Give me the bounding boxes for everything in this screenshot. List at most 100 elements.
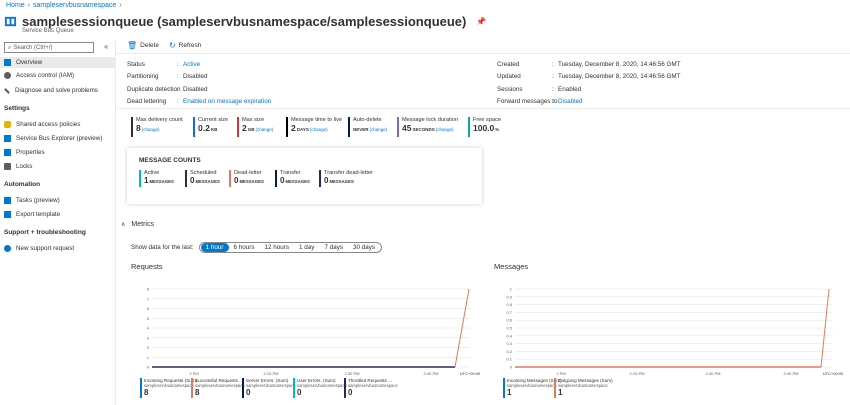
requests-chart-title: Requests xyxy=(131,262,163,271)
timezone-label: UTC+00:00 xyxy=(823,371,844,376)
sidebar-item-access-control[interactable]: Access control (IAM) xyxy=(0,70,115,81)
partitioning-value: Disabled xyxy=(183,73,208,80)
wrench-icon xyxy=(4,87,10,94)
requests-x-ticks: 2 PM 2:15 PM 2:30 PM 2:45 PM UTC+00:00 xyxy=(189,371,481,376)
tile-free-space: Free space 100.0% xyxy=(468,117,501,137)
messages-chart-title: Messages xyxy=(494,262,529,271)
section-automation: Automation xyxy=(4,181,41,188)
status-label: Status xyxy=(127,61,145,68)
y-tick-label: 5 xyxy=(147,316,150,321)
sidebar: ⌕ Search (Ctrl+/) « Overview Access contr… xyxy=(0,40,116,405)
sidebar-item-properties[interactable]: Properties xyxy=(0,147,115,158)
pin-icon[interactable]: 📌 xyxy=(476,17,486,26)
sidebar-item-service-bus-explorer[interactable]: Service Bus Explorer (preview) xyxy=(0,133,115,144)
y-tick-label: 4 xyxy=(147,326,150,331)
breadcrumb-home[interactable]: Home xyxy=(6,2,25,9)
support-icon xyxy=(4,245,11,252)
collapse-sidebar-button[interactable]: « xyxy=(104,42,108,51)
created-value: Tuesday, December 8, 2020, 14:46:56 GMT xyxy=(558,61,681,68)
tile-max-size: Max size 2GB(change) xyxy=(237,117,273,137)
y-tick-label: 0.4 xyxy=(506,333,512,338)
breadcrumb: Home › sampleservbusnamespace › xyxy=(6,2,125,9)
forward-messages-label: Forward messages to xyxy=(497,98,558,105)
legend-outgoing-messages[interactable]: Outgoing Messages (Sum) sampleservbusnam… xyxy=(554,378,613,398)
sidebar-item-new-support-request[interactable]: New support request xyxy=(0,243,115,254)
messages-x-ticks: 2 PM 2:15 PM 2:30 PM 2:45 PM UTC+00:00 xyxy=(556,371,844,376)
sidebar-item-shared-access[interactable]: Shared access policies xyxy=(0,119,115,130)
range-7-days[interactable]: 7 days xyxy=(319,243,348,252)
x-tick-label: 2:45 PM xyxy=(424,371,439,376)
legend-successful-requests[interactable]: Successful Requests ... sampleservbusnam… xyxy=(191,378,245,398)
legend-incoming-messages[interactable]: Incoming Messages (Sum) sampleservbusnam… xyxy=(503,378,562,398)
range-1-day[interactable]: 1 day xyxy=(294,243,319,252)
duplicate-detection-label: Duplicate detection xyxy=(127,86,181,93)
legend-server-errors[interactable]: Server Errors. (Sum) sampleservbusnamesp… xyxy=(242,378,296,398)
service-bus-icon xyxy=(4,16,17,26)
range-30-days[interactable]: 30 days xyxy=(348,243,380,252)
sidebar-item-tasks[interactable]: Tasks (preview) xyxy=(0,195,115,206)
change-link[interactable]: (change) xyxy=(370,127,388,132)
y-tick-label: 3 xyxy=(147,335,150,340)
chevron-up-icon: ∧ xyxy=(121,222,126,228)
updated-label: Updated xyxy=(497,73,521,80)
refresh-icon: ↻ xyxy=(168,41,176,50)
tile-max-delivery-count: Max delivery count 8(change) xyxy=(131,117,183,137)
change-link[interactable]: (change) xyxy=(436,127,454,132)
delete-button[interactable]: 🗑 Delete xyxy=(127,41,159,50)
range-1-hour[interactable]: 1 hour xyxy=(200,243,229,252)
y-tick-label: 0.5 xyxy=(506,326,512,331)
dead-lettering-value[interactable]: Enabled on message expiration xyxy=(183,98,271,105)
created-label: Created xyxy=(497,61,520,68)
count-transfer-dead-letter: Transfer dead-letter 0MESSAGES xyxy=(319,170,373,187)
tile-lock-duration: Message lock duration 45SECONDS(change) xyxy=(397,117,458,137)
x-tick-label: 2:30 PM xyxy=(345,371,360,376)
section-support: Support + troubleshooting xyxy=(4,229,86,236)
lock-icon xyxy=(4,163,11,170)
change-link[interactable]: (change) xyxy=(142,127,160,132)
y-tick-label: 2 xyxy=(147,345,150,350)
y-tick-label: 6 xyxy=(147,306,150,311)
tile-current-size: Current size 0.2KB xyxy=(193,117,228,137)
y-tick-label: 0.9 xyxy=(506,294,512,299)
time-range-selector: Show data for the last: 1 hour 6 hours 1… xyxy=(131,242,383,253)
sidebar-item-overview[interactable]: Overview xyxy=(0,57,115,68)
legend-user-errors[interactable]: User Errors. (Sum) sampleservbusnamespac… xyxy=(293,378,347,398)
y-tick-label: 0.1 xyxy=(506,357,512,362)
metrics-header[interactable]: ∧ Metrics xyxy=(121,221,154,228)
y-tick-label: 0 xyxy=(147,365,150,370)
tasks-icon xyxy=(4,197,11,204)
x-tick-label: 2 PM xyxy=(189,371,198,376)
time-range-pills: 1 hour 6 hours 12 hours 1 day 7 days 30 … xyxy=(198,242,383,253)
range-12-hours[interactable]: 12 hours xyxy=(260,243,295,252)
sidebar-item-export-template[interactable]: Export template xyxy=(0,209,115,220)
sidebar-item-diagnose[interactable]: Diagnose and solve problems xyxy=(0,85,115,96)
sessions-label: Sessions xyxy=(497,86,523,93)
chevron-right-icon: › xyxy=(119,2,122,9)
change-link[interactable]: (change) xyxy=(255,127,273,132)
partitioning-label: Partitioning xyxy=(127,73,159,80)
legend-throttled-requests[interactable]: Throttled Requests ... sampleservbusname… xyxy=(344,378,398,398)
explorer-icon xyxy=(4,135,11,142)
legend-incoming-requests[interactable]: Incoming Requests (Sum) sampleservbusnam… xyxy=(140,378,197,398)
y-tick-label: 1 xyxy=(510,287,513,292)
y-tick-label: 8 xyxy=(147,287,150,292)
page-subtitle: Service Bus Queue xyxy=(22,28,74,34)
sidebar-item-locks[interactable]: Locks xyxy=(0,161,115,172)
message-counts-card: MESSAGE COUNTS Active 1MESSAGES Schedule… xyxy=(127,148,482,204)
range-6-hours[interactable]: 6 hours xyxy=(229,243,260,252)
chevron-right-icon: › xyxy=(27,2,31,9)
x-tick-label: 2 PM xyxy=(556,371,565,376)
x-tick-label: 2:30 PM xyxy=(706,371,721,376)
divider xyxy=(117,108,850,109)
forward-messages-value[interactable]: Disabled xyxy=(558,98,583,105)
sessions-value: Enabled xyxy=(558,86,582,93)
requests-chart[interactable]: 8 7 6 5 4 3 2 1 0 2 PM 2:15 PM 2:30 PM 2:45 PM UTC+0… xyxy=(140,284,485,378)
search-input[interactable]: ⌕ Search (Ctrl+/) xyxy=(4,42,94,53)
messages-chart[interactable]: 1 0.9 0.8 0.7 0.6 0.5 0.4 0.3 0.2 0.1 0 2 PM 2:15 P… xyxy=(503,284,848,378)
change-link[interactable]: (change) xyxy=(310,127,328,132)
requests-gridlines xyxy=(152,288,470,368)
status-value[interactable]: Active xyxy=(183,61,200,68)
refresh-button[interactable]: ↻ Refresh xyxy=(169,41,201,50)
tile-message-ttl: Message time to live 2DAYS(change) xyxy=(286,117,342,137)
breadcrumb-namespace[interactable]: sampleservbusnamespace xyxy=(33,2,116,9)
